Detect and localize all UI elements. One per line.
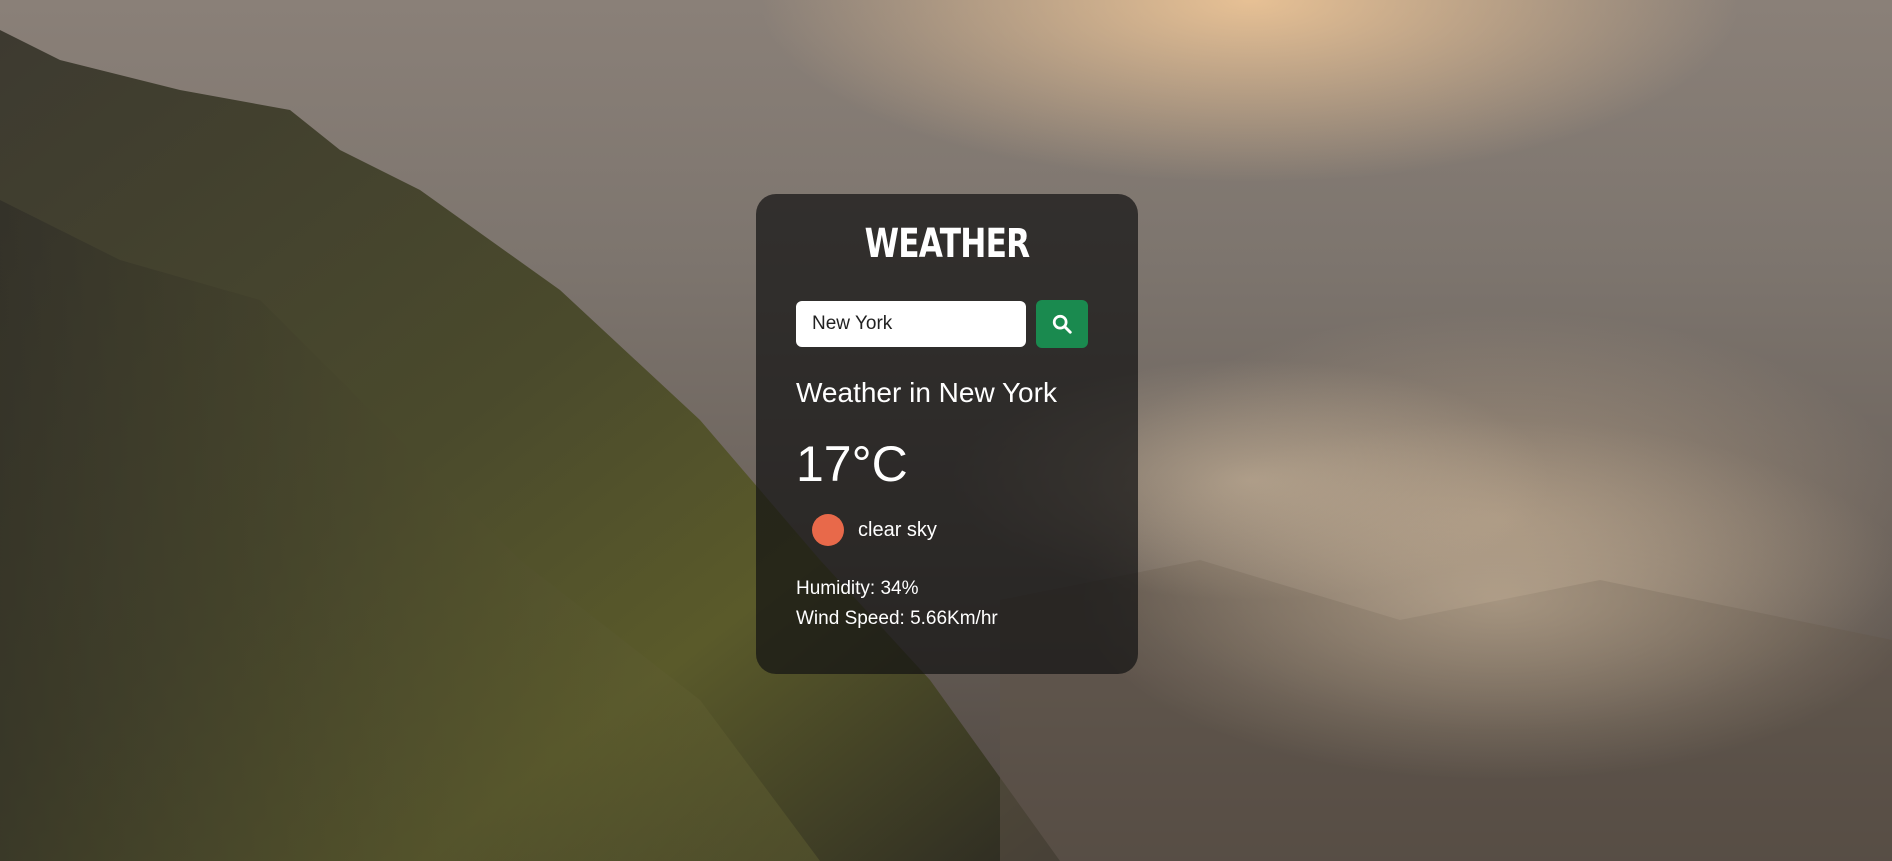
search-bar bbox=[796, 300, 1098, 348]
city-heading: Weather in New York bbox=[796, 377, 1057, 408]
wind-speed: Wind Speed: 5.66Km/hr bbox=[796, 608, 998, 629]
temperature: 17°C bbox=[796, 436, 908, 492]
search-button[interactable] bbox=[1036, 300, 1088, 348]
search-icon bbox=[1051, 313, 1073, 335]
clear-sky-icon bbox=[812, 514, 844, 546]
humidity: Humidity: 34% bbox=[796, 578, 919, 599]
app-title: Weather bbox=[864, 221, 1031, 267]
weather-description-row: clear sky bbox=[812, 514, 1098, 546]
weather-card: Weather Weather in New York 17°C clear s… bbox=[756, 194, 1138, 674]
weather-description: clear sky bbox=[858, 518, 937, 541]
city-search-input[interactable] bbox=[796, 301, 1026, 347]
